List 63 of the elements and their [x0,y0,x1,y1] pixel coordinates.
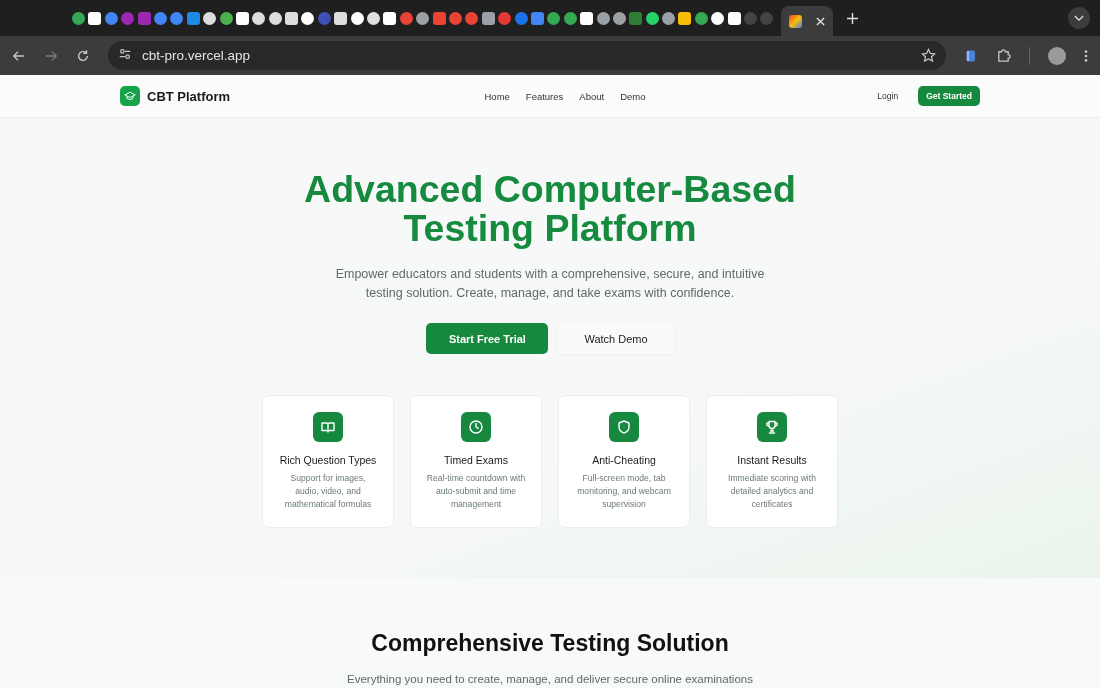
nav-link[interactable]: About [579,90,605,102]
feature-title: Anti-Cheating [592,454,656,466]
tab-favicon-icon[interactable] [596,11,610,25]
tab-favicon-icon[interactable] [481,11,495,25]
new-tab-icon[interactable] [847,12,859,24]
tab-favicon-icon[interactable] [219,11,233,25]
puzzle-icon[interactable] [996,48,1011,63]
start-trial-button[interactable]: Start Free Trial [426,323,549,354]
feature-description: Support for images, audio, video, and mathematical formulas [283,472,373,511]
tab-favicon-icon[interactable] [88,11,102,25]
section-title: Comprehensive Testing Solution [371,630,729,657]
bookmark-star-icon[interactable] [921,48,936,63]
tab-favicon-icon[interactable] [350,11,364,25]
extension-icon[interactable] [964,48,978,63]
tab-favicon-icon[interactable] [301,11,315,25]
menu-icon[interactable] [1084,48,1088,63]
tab-favicon-icon[interactable] [334,11,348,25]
close-tab-icon[interactable] [816,16,826,26]
tab-favicon-icon[interactable] [416,11,430,25]
back-icon[interactable] [12,48,26,63]
feature-title: Rich Question Types [279,454,377,466]
tab-favicon-icon[interactable] [252,11,266,25]
nav-link[interactable]: Demo [620,90,646,102]
tab-favicon-icon[interactable] [645,11,659,25]
tab-favicon-icon[interactable] [662,11,676,25]
tab-favicon-icon[interactable] [612,11,626,25]
watch-demo-button[interactable]: Watch Demo [558,323,674,354]
profile-avatar[interactable] [1048,46,1066,65]
tab-favicon-icon[interactable] [367,11,381,25]
tab-favicon-icon[interactable] [678,11,692,25]
feature-description: Real-time countdown with auto-submit and time management [426,472,526,511]
section-subtitle: Everything you need to create, manage, and deliver secure online examinations [347,673,753,685]
get-started-button[interactable]: Get Started [918,86,980,106]
trophy-icon [757,412,787,442]
tab-favicon-icon[interactable] [383,11,397,25]
tab-favicon-icon[interactable] [580,11,594,25]
feature-description: Full-screen mode, tab monitoring, and webcam supervision [576,472,672,511]
url-text: cbt-pro.vercel.app [142,48,252,63]
clock-icon [461,412,491,442]
nav-link[interactable]: Home [484,90,510,102]
tab-favicon-icon[interactable] [285,11,299,25]
graduation-cap-icon[interactable] [120,86,140,106]
shield-icon [609,412,639,442]
book-icon [313,412,343,442]
tab-favicon-icon[interactable] [711,11,725,25]
brand-name[interactable]: CBT Platform [147,88,231,104]
tab-favicon-icon[interactable] [203,11,217,25]
feature-title: Instant Results [737,454,807,466]
active-tab[interactable] [781,6,834,36]
tab-favicon-icon[interactable] [727,11,741,25]
feature-description: Immediate scoring with detailed analytics and certificates [727,472,817,511]
tab-favicon-icon[interactable] [235,11,249,25]
tab-search-icon[interactable] [1068,7,1090,29]
nav-link[interactable]: Features [525,90,564,102]
forward-icon[interactable] [44,48,58,63]
hero-subtitle: Empower educators and students with a comprehensive, secure, and intuitive testing solution. Create, manage, and take exams with confidence. [334,266,766,302]
tab-favicon-icon[interactable] [268,11,282,25]
tab-favicon-icon [789,14,803,28]
reload-icon[interactable] [76,48,90,63]
feature-title: Timed Exams [444,454,508,466]
address-bar[interactable]: cbt-pro.vercel.app [108,41,946,70]
hero-title: Advanced Computer-Based Testing Platform [304,170,796,248]
login-link[interactable]: Login [877,91,899,101]
